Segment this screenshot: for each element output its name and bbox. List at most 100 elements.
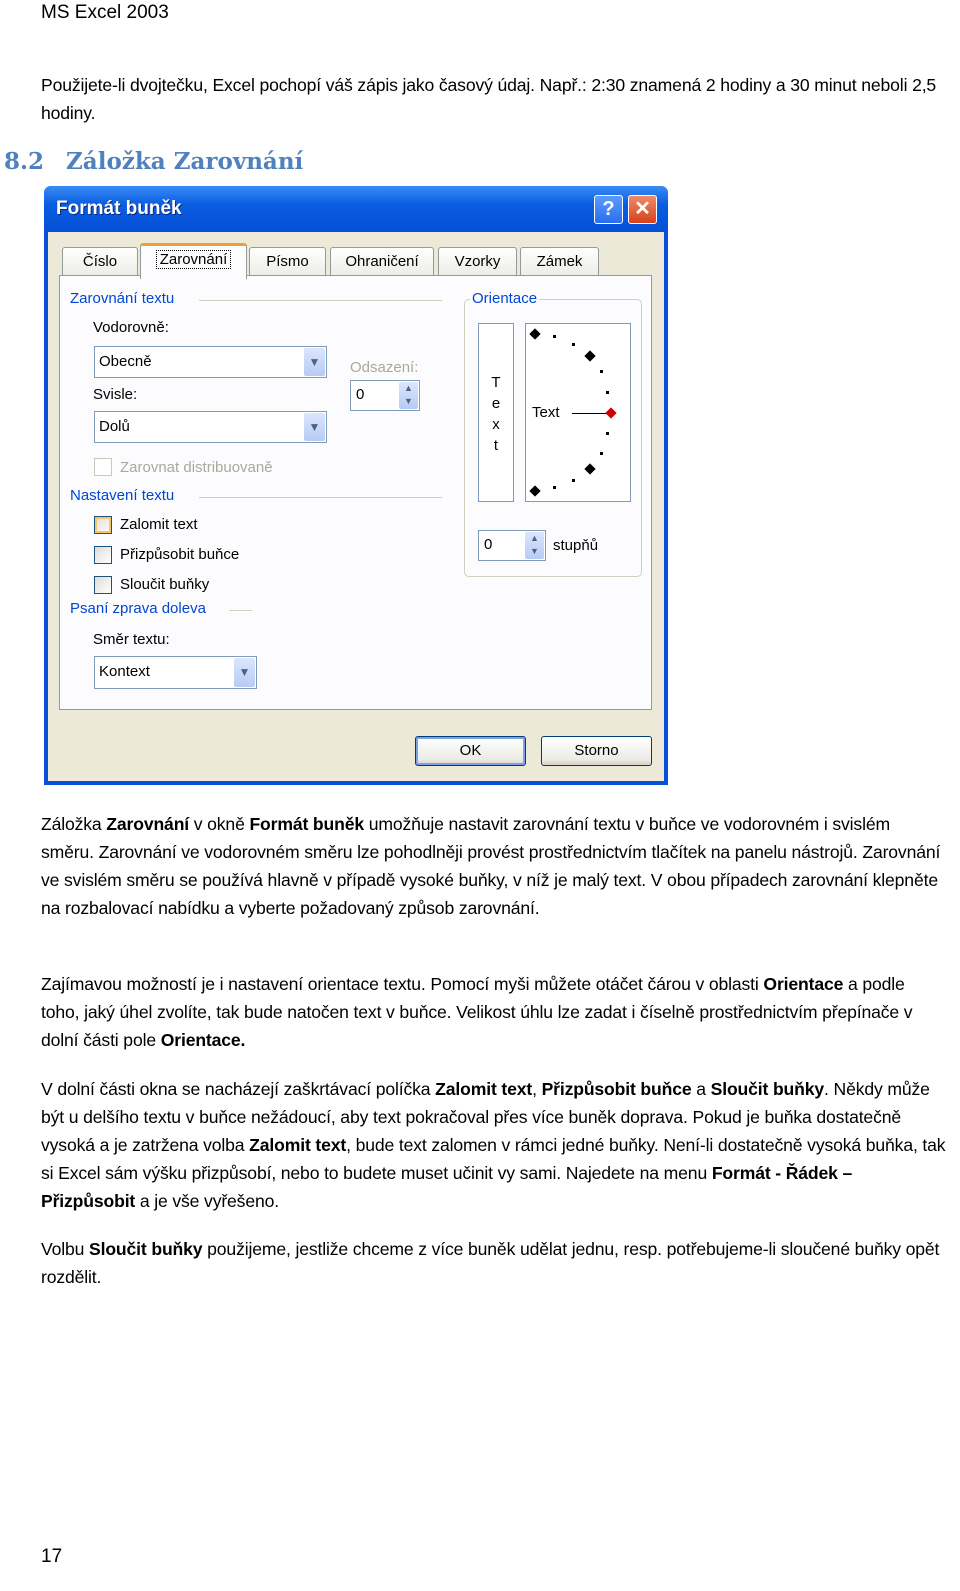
degrees-spinner[interactable]: 0 ▲ ▼ [478, 530, 546, 561]
text-run: Volbu [41, 1239, 90, 1259]
tab-label: Vzorky [454, 253, 501, 270]
tab-zamek[interactable]: Zámek [520, 247, 599, 277]
text-run: a [691, 1079, 711, 1099]
chevron-down-icon[interactable]: ▼ [234, 658, 255, 687]
tab-vzorky[interactable]: Vzorky [438, 247, 517, 277]
vertical-select[interactable]: Dolů ▼ [94, 411, 327, 443]
text-run: a je vše vyřešeno. [135, 1191, 279, 1211]
dialog-title: Formát buněk [56, 198, 182, 219]
horizontal-value: Obecně [99, 353, 152, 370]
bold-term: Zalomit text [435, 1079, 533, 1099]
orientation-group-label: Orientace [470, 290, 540, 307]
merge-cells-label: Sloučit buňky [120, 576, 210, 593]
merge-cells-checkbox[interactable] [94, 576, 112, 594]
dial-marker [584, 463, 596, 475]
divider [199, 497, 442, 498]
indent-value: 0 [356, 386, 365, 403]
vertical-text-letter: x [492, 416, 500, 433]
indent-label: Odsazení: [350, 359, 419, 376]
title-bar: Formát buněk ? ✕ [44, 186, 668, 232]
tab-label: Zámek [536, 253, 583, 270]
dial-marker [529, 485, 541, 497]
intro-paragraph: Použijete-li dvojtečku, Excel pochopí vá… [41, 75, 937, 123]
close-button[interactable]: ✕ [628, 195, 657, 224]
text-run: Zajímavou možností je i nastavení orient… [41, 974, 764, 994]
tab-label: Ohraničení [345, 253, 419, 270]
tab-label: Zarovnání [155, 250, 232, 269]
section-number: 8.2 [4, 148, 45, 175]
vertical-text-letter: e [491, 395, 501, 412]
chevron-down-icon[interactable]: ▼ [304, 413, 325, 441]
wrap-text-label: Zalomit text [120, 516, 198, 533]
running-header: MS Excel 2003 [41, 2, 169, 23]
dial-dot [553, 335, 556, 338]
bold-term: Zalomit text [249, 1135, 347, 1155]
bold-term: Orientace. [160, 1030, 246, 1050]
text-run: , [532, 1079, 542, 1099]
distributed-label: Zarovnat distribuovaně [120, 459, 273, 476]
text-alignment-group-label: Zarovnání textu [70, 290, 175, 307]
tab-label: Písmo [266, 253, 309, 270]
cancel-button[interactable]: Storno [541, 736, 652, 766]
dial-marker [584, 350, 596, 362]
tab-pismo[interactable]: Písmo [249, 247, 326, 277]
vertical-text-letter: t [493, 437, 499, 454]
spinner-arrows-icon[interactable]: ▲ ▼ [399, 382, 418, 409]
vertical-value: Dolů [99, 418, 130, 435]
text-run: Záložka [41, 814, 107, 834]
text-run: v okně [189, 814, 250, 834]
tab-label: Číslo [82, 253, 118, 270]
rtl-group-label: Psaní zprava doleva [70, 600, 206, 617]
help-button[interactable]: ? [594, 195, 623, 224]
dial-marker [529, 328, 541, 340]
degrees-value: 0 [484, 536, 493, 553]
dial-dot [600, 452, 603, 455]
dial-dot [600, 370, 603, 373]
page-number: 17 [41, 1546, 63, 1567]
wrap-text-checkbox[interactable] [94, 516, 112, 534]
tab-cislo[interactable]: Číslo [62, 247, 138, 277]
distributed-checkbox[interactable] [94, 458, 112, 476]
bold-term: Formát buněk [249, 814, 364, 834]
vertical-text-letter: T [491, 374, 501, 391]
format-cells-dialog: Formát buněk ? ✕ Číslo Zarovnání Písmo O… [44, 186, 668, 785]
horizontal-select[interactable]: Obecně ▼ [94, 346, 327, 378]
horizontal-label: Vodorovně: [93, 319, 169, 336]
vertical-label: Svisle: [93, 386, 138, 403]
paragraph: Záložka Zarovnání v okně Formát buněk um… [41, 810, 946, 922]
dial-handle[interactable] [605, 407, 617, 419]
shrink-to-fit-label: Přizpůsobit buňce [120, 546, 240, 563]
dial-text: Text [532, 404, 560, 421]
text-run: V dolní části okna se nacházejí zaškrtáv… [41, 1079, 436, 1099]
bold-term: Sloučit buňky [89, 1239, 203, 1259]
chevron-down-icon[interactable]: ▼ [304, 348, 325, 376]
section-heading: 8.2 Záložka Zarovnání [4, 148, 303, 175]
divider [199, 300, 442, 301]
shrink-to-fit-checkbox[interactable] [94, 546, 112, 564]
degrees-label: stupňů [553, 537, 599, 554]
bold-term: Sloučit buňky [710, 1079, 825, 1099]
dial-dot [606, 391, 609, 394]
spinner-arrows-icon[interactable]: ▲ ▼ [525, 532, 544, 559]
bold-term: Zarovnání [106, 814, 190, 834]
divider [229, 610, 252, 611]
direction-select[interactable]: Kontext ▼ [94, 656, 257, 689]
orientation-dial[interactable]: Text [525, 323, 631, 502]
bold-term: Přizpůsobit buňce [541, 1079, 692, 1099]
direction-value: Kontext [99, 663, 150, 680]
ok-button[interactable]: OK [415, 736, 526, 766]
direction-label: Směr textu: [93, 631, 170, 648]
bold-term: Orientace [763, 974, 844, 994]
paragraph: V dolní části okna se nacházejí zaškrtáv… [41, 1075, 946, 1215]
tab-zarovnani[interactable]: Zarovnání [140, 243, 247, 279]
indent-spinner[interactable]: 0 ▲ ▼ [350, 380, 420, 411]
vertical-text-button[interactable]: T e x t [478, 323, 514, 502]
dial-dot [553, 486, 556, 489]
paragraph: Volbu Sloučit buňky použijeme, jestliže … [41, 1235, 946, 1291]
dial-dot [572, 343, 575, 346]
dial-needle [572, 413, 607, 414]
section-title: Záložka Zarovnání [66, 148, 304, 175]
tab-ohraniceni[interactable]: Ohraničení [330, 247, 434, 277]
dial-dot [606, 432, 609, 435]
dial-dot [572, 479, 575, 482]
